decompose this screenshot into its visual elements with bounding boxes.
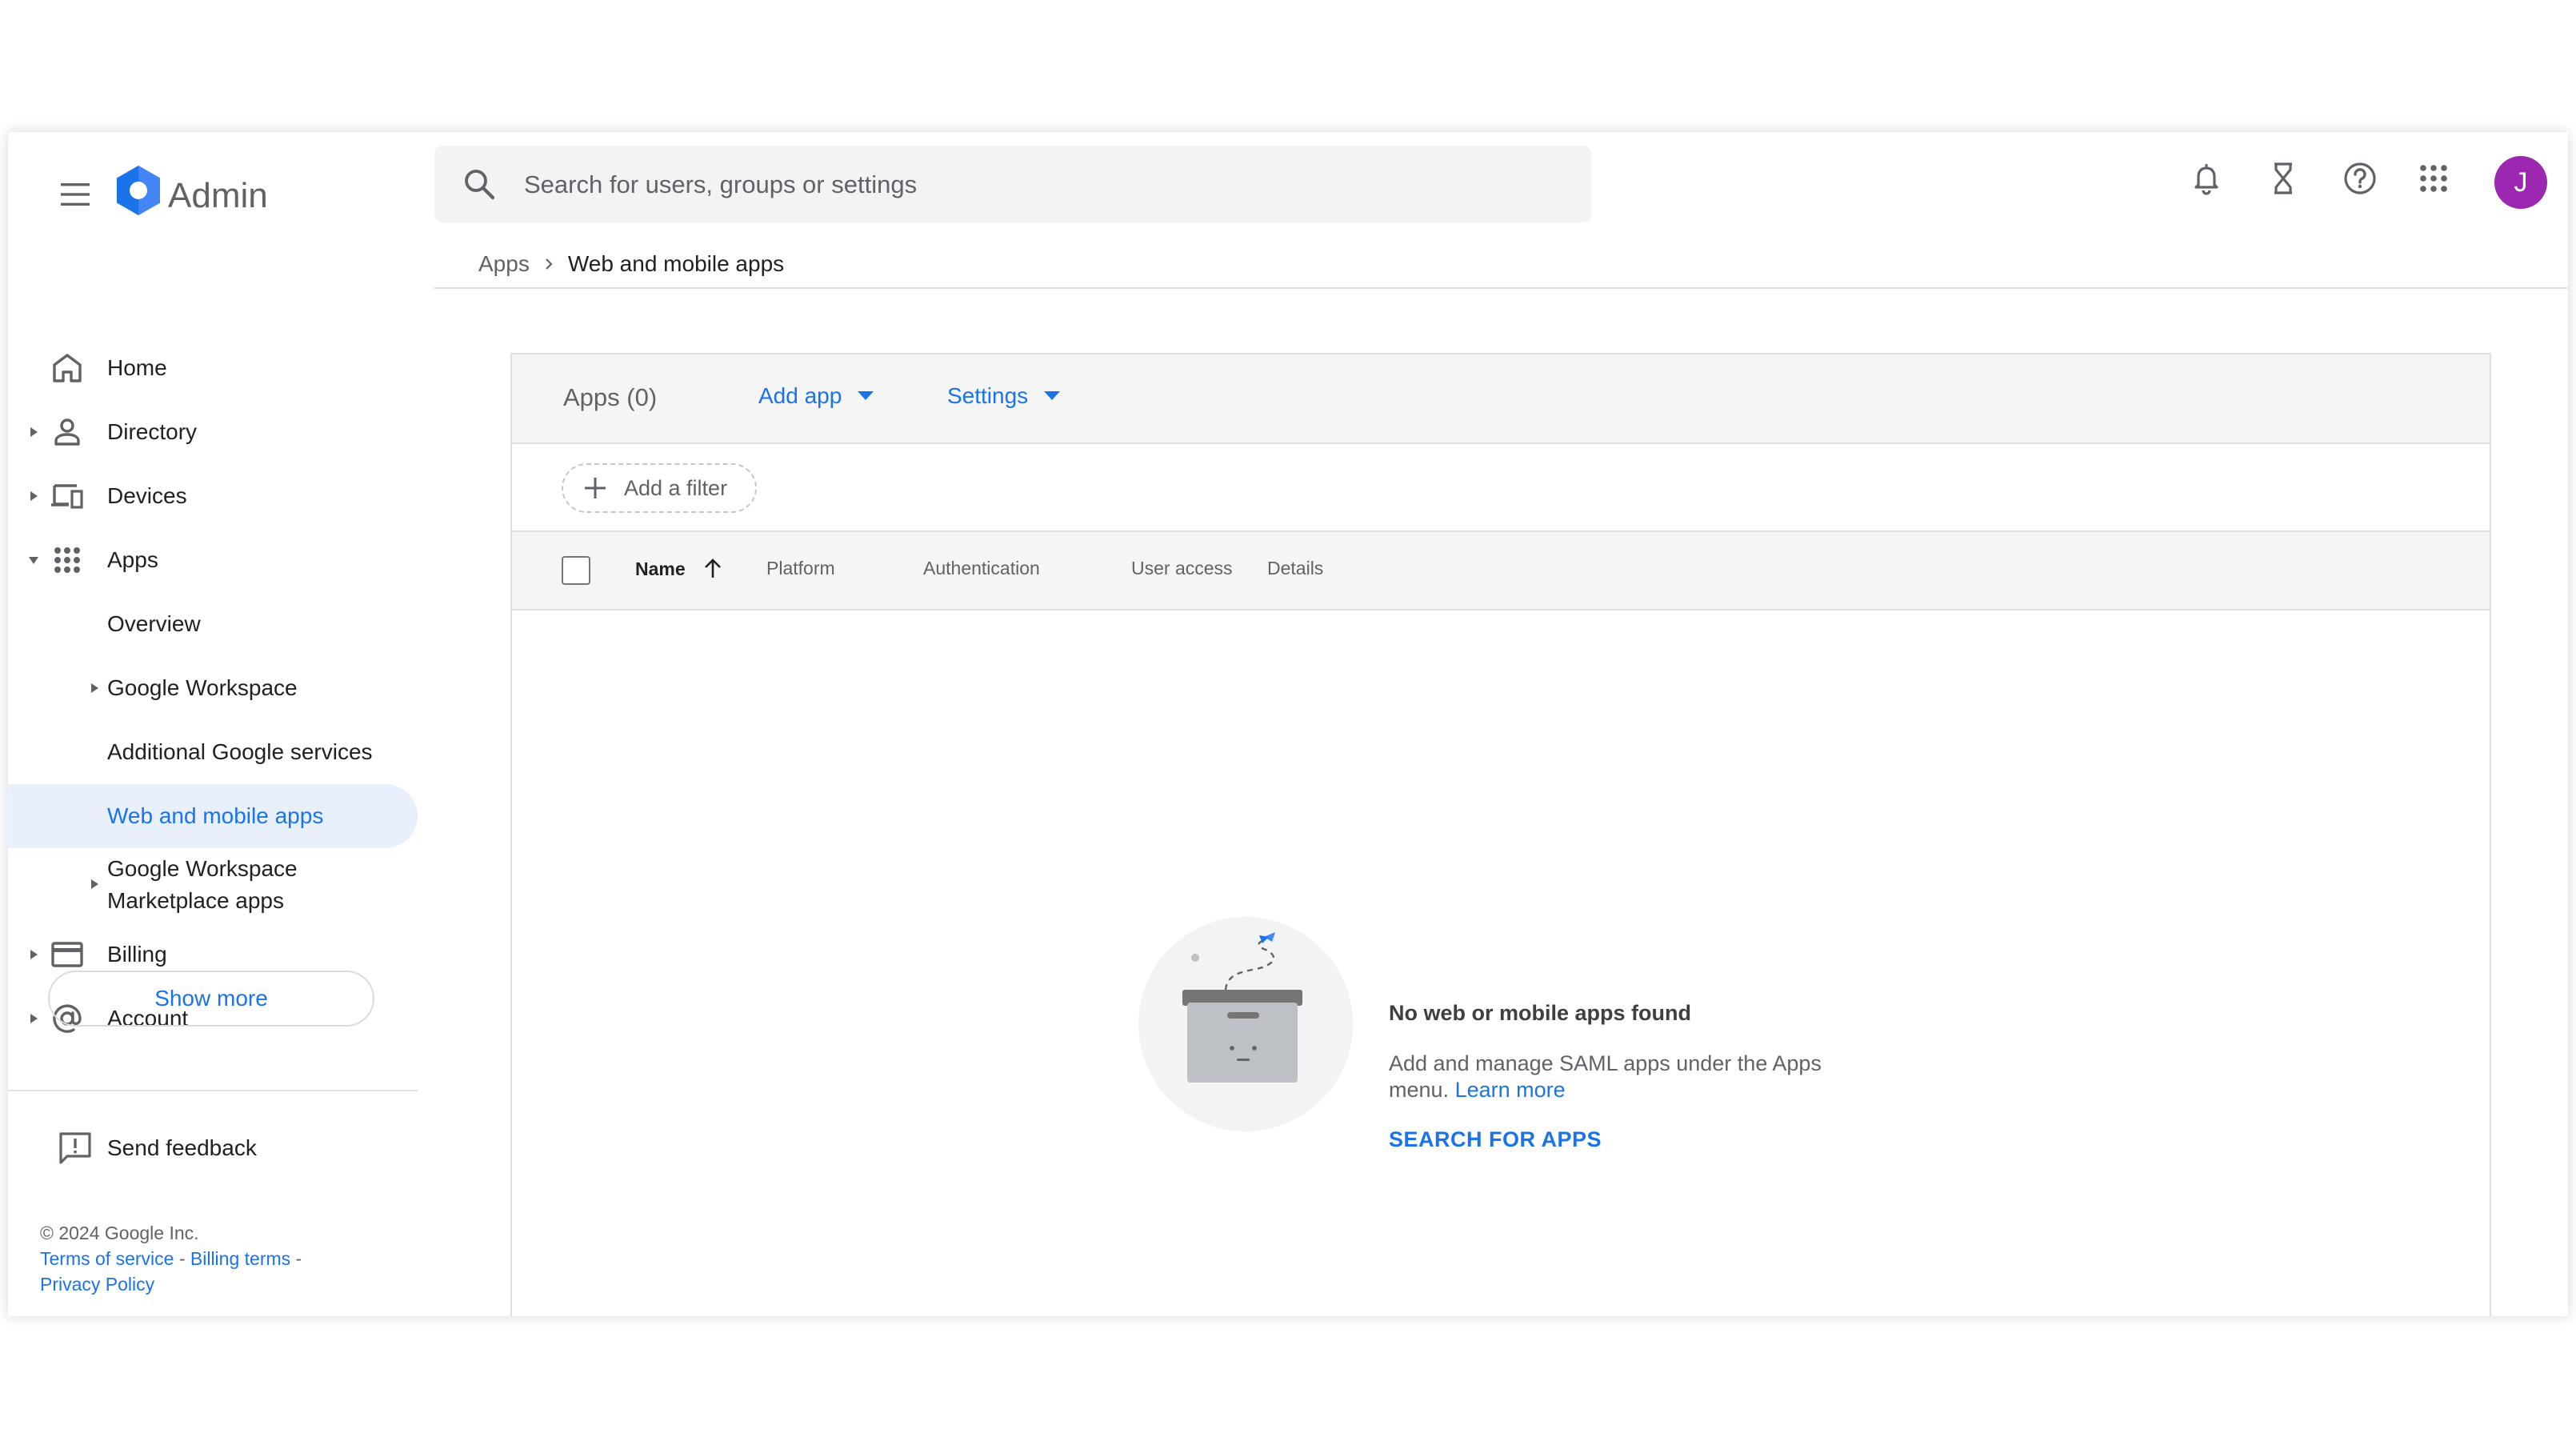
app-brand-name: Admin xyxy=(168,176,268,215)
sidebar-divider xyxy=(8,1090,418,1091)
footer-separator: - xyxy=(174,1248,190,1269)
apps-panel: Apps (0) Add app Settings Add a filter N… xyxy=(510,353,2491,1316)
sidebar-item-label: Home xyxy=(107,355,167,380)
column-header-user-access[interactable]: User access xyxy=(1131,558,1233,579)
caret-right-icon xyxy=(30,1014,38,1023)
apps-grid-icon xyxy=(2420,165,2447,192)
select-all-checkbox[interactable] xyxy=(562,556,590,585)
user-avatar[interactable]: J xyxy=(2494,156,2547,209)
add-app-button[interactable]: Add app xyxy=(758,383,874,409)
google-apps-button[interactable] xyxy=(2411,156,2456,201)
copyright-text: © 2024 Google Inc. xyxy=(40,1223,199,1243)
tasks-button[interactable] xyxy=(2261,156,2306,201)
empty-state-title: No web or mobile apps found xyxy=(1389,1001,1691,1025)
person-icon xyxy=(54,418,80,446)
caret-right-icon xyxy=(91,683,98,693)
notifications-button[interactable] xyxy=(2184,156,2229,201)
sidebar-item-label: Google Workspace xyxy=(107,675,298,700)
sidebar-item-apps[interactable]: Apps xyxy=(8,528,418,592)
settings-button[interactable]: Settings xyxy=(947,383,1061,409)
chevron-right-icon xyxy=(546,258,553,270)
apps-icon xyxy=(54,547,80,573)
sidebar-item-devices[interactable]: Devices xyxy=(8,464,418,528)
learn-more-link[interactable]: Learn more xyxy=(1455,1078,1566,1102)
column-header-name[interactable]: Name xyxy=(635,558,724,580)
caret-down-icon xyxy=(29,557,38,564)
sidebar-item-label: Billing xyxy=(107,942,167,967)
help-icon xyxy=(2344,162,2376,194)
empty-state-description-text: Add and manage SAML apps under the Apps … xyxy=(1389,1051,1822,1102)
hourglass-icon xyxy=(2274,162,2292,194)
privacy-policy-link[interactable]: Privacy Policy xyxy=(40,1274,154,1295)
caret-right-icon xyxy=(30,950,38,959)
add-filter-label: Add a filter xyxy=(624,475,728,500)
devices-icon xyxy=(51,484,83,509)
search-icon[interactable] xyxy=(462,166,497,202)
breadcrumb: Apps Web and mobile apps xyxy=(478,244,784,284)
sidebar-item-home[interactable]: Home xyxy=(8,336,418,400)
table-header: Name Platform Authentication User access… xyxy=(512,532,2490,610)
empty-state-description: Add and manage SAML apps under the Apps … xyxy=(1389,1051,1869,1103)
column-header-platform[interactable]: Platform xyxy=(766,558,835,579)
sidebar-item-overview[interactable]: Overview xyxy=(8,592,418,656)
plus-icon xyxy=(585,478,606,498)
sidebar-footer: © 2024 Google Inc. Terms of service - Bi… xyxy=(40,1220,392,1297)
header-divider xyxy=(434,287,2568,289)
sidebar-item-label: Google Workspace Marketplace apps xyxy=(107,853,298,917)
show-more-button[interactable]: Show more xyxy=(48,971,374,1027)
credit-card-icon xyxy=(51,942,83,967)
empty-archive-box-illustration xyxy=(1138,916,1354,1132)
dropdown-arrow-icon xyxy=(858,391,874,400)
sidebar-item-label: Devices xyxy=(107,483,187,508)
home-icon xyxy=(53,354,82,382)
sidebar-item-label-line1: Google Workspace xyxy=(107,856,298,881)
sidebar-item-label: Directory xyxy=(107,419,198,444)
column-header-label: Name xyxy=(635,558,686,579)
sidebar-item-directory[interactable]: Directory xyxy=(8,400,418,464)
settings-label: Settings xyxy=(947,383,1029,408)
caret-right-icon xyxy=(91,879,98,889)
caret-right-icon xyxy=(30,427,38,437)
column-header-details[interactable]: Details xyxy=(1267,558,1323,579)
help-button[interactable] xyxy=(2338,156,2382,201)
sort-ascending-icon xyxy=(704,558,721,578)
panel-toolbar: Apps (0) Add app Settings xyxy=(512,354,2490,444)
admin-logo-icon[interactable] xyxy=(112,164,176,228)
sidebar-item-google-workspace[interactable]: Google Workspace xyxy=(8,656,418,720)
dropdown-arrow-icon xyxy=(1044,391,1061,400)
send-feedback-label: Send feedback xyxy=(107,1135,257,1160)
filter-bar: Add a filter xyxy=(512,444,2490,532)
search-input[interactable] xyxy=(522,146,1566,224)
sidebar-item-label-line2: Marketplace apps xyxy=(107,888,285,913)
sidebar-item-label: Overview xyxy=(107,611,201,636)
feedback-icon xyxy=(59,1132,91,1164)
column-header-authentication[interactable]: Authentication xyxy=(923,558,1040,579)
footer-separator: - xyxy=(290,1248,302,1269)
search-for-apps-button[interactable]: SEARCH FOR APPS xyxy=(1389,1127,1602,1152)
sidebar-item-web-and-mobile-apps[interactable]: Web and mobile apps xyxy=(8,784,418,848)
bell-icon xyxy=(2194,164,2218,195)
search-bar[interactable] xyxy=(434,146,1591,224)
sidebar-item-google-workspace-marketplace-apps[interactable]: Google Workspace Marketplace apps xyxy=(8,848,418,920)
caret-right-icon xyxy=(30,491,38,501)
hamburger-menu-icon xyxy=(61,183,90,206)
sidebar-item-label: Web and mobile apps xyxy=(107,803,324,828)
terms-of-service-link[interactable]: Terms of service xyxy=(40,1248,174,1269)
apps-count-title: Apps (0) xyxy=(563,383,658,411)
send-feedback-button[interactable]: Send feedback xyxy=(50,1124,386,1172)
sidebar-item-label: Apps xyxy=(107,547,158,572)
main-menu-button[interactable] xyxy=(43,162,107,226)
sidebar-item-label: Additional Google services xyxy=(107,739,373,764)
breadcrumb-apps-link[interactable]: Apps xyxy=(478,251,530,277)
sidebar-item-additional-google-services[interactable]: Additional Google services xyxy=(8,720,418,784)
admin-console-window: Admin Home Directory Devices Apps Overvi… xyxy=(8,132,2568,1316)
add-app-label: Add app xyxy=(758,383,842,408)
breadcrumb-current: Web and mobile apps xyxy=(567,251,785,276)
billing-terms-link[interactable]: Billing terms xyxy=(190,1248,290,1269)
add-filter-button[interactable]: Add a filter xyxy=(562,463,757,513)
